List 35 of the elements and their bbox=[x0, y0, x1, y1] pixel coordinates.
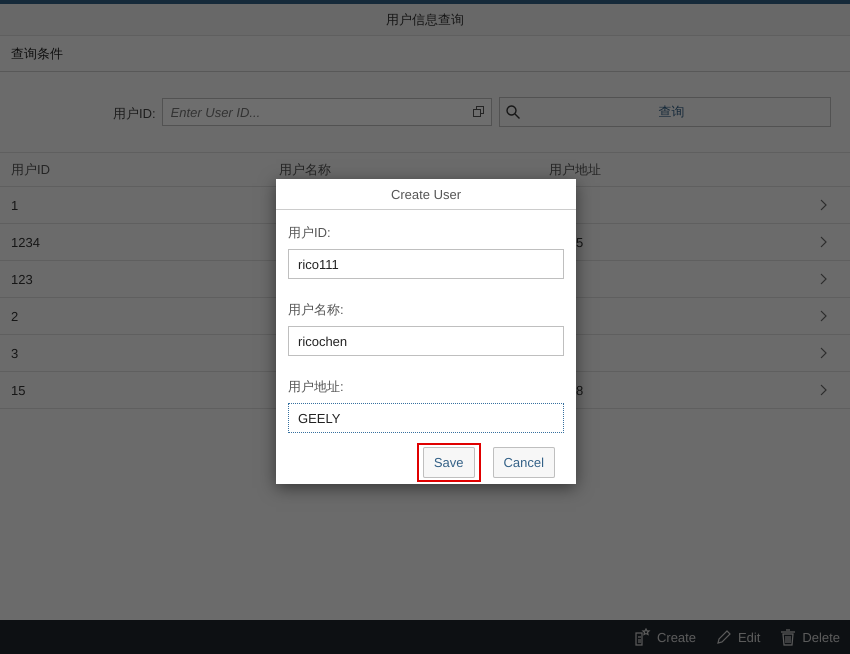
pencil-icon bbox=[716, 629, 732, 645]
search-icon bbox=[506, 105, 520, 119]
chevron-right-icon bbox=[820, 273, 827, 285]
input-field[interactable]: GEELY bbox=[288, 403, 564, 433]
chevron-right-icon bbox=[820, 199, 827, 211]
table-cell-text: 123 bbox=[11, 272, 34, 286]
field-label: 用户ID: bbox=[288, 224, 332, 242]
table-cell-text: 15 bbox=[11, 382, 26, 398]
input-field[interactable]: ricochen bbox=[288, 326, 564, 356]
document-star-icon bbox=[632, 628, 651, 646]
table-cell-text: 8 bbox=[575, 382, 584, 398]
field-label: 用户地址: bbox=[288, 378, 345, 396]
table-cell-text: 2 bbox=[11, 308, 20, 324]
chevron-right-icon bbox=[820, 347, 827, 359]
user-id-input[interactable]: Enter User ID... bbox=[162, 98, 492, 126]
input-field[interactable]: rico111 bbox=[288, 249, 564, 279]
user-id-label: 用户ID: bbox=[113, 105, 156, 123]
value-help-icon[interactable] bbox=[472, 106, 484, 117]
table-cell-text: 1234 bbox=[11, 234, 41, 250]
dialog-title: Create User bbox=[390, 186, 462, 202]
trash-icon bbox=[780, 628, 796, 646]
column-header: 用户名称 bbox=[279, 160, 332, 178]
chevron-right-icon bbox=[820, 384, 827, 396]
column-header: 用户ID bbox=[11, 160, 51, 178]
table-cell-text: 3 bbox=[11, 346, 20, 360]
page-title: 用户信息查询 bbox=[386, 10, 464, 28]
section-title: 查询条件 bbox=[11, 44, 63, 62]
table-cell-text: 5 bbox=[575, 234, 584, 250]
cancel-button[interactable]: Cancel bbox=[492, 447, 555, 478]
table-cell-text: 1 bbox=[11, 198, 20, 212]
chevron-right-icon bbox=[820, 310, 827, 322]
column-header: 用户地址 bbox=[549, 160, 602, 178]
save-button[interactable]: Save bbox=[422, 447, 475, 478]
field-label: 用户名称: bbox=[288, 301, 345, 319]
chevron-right-icon bbox=[820, 236, 827, 248]
